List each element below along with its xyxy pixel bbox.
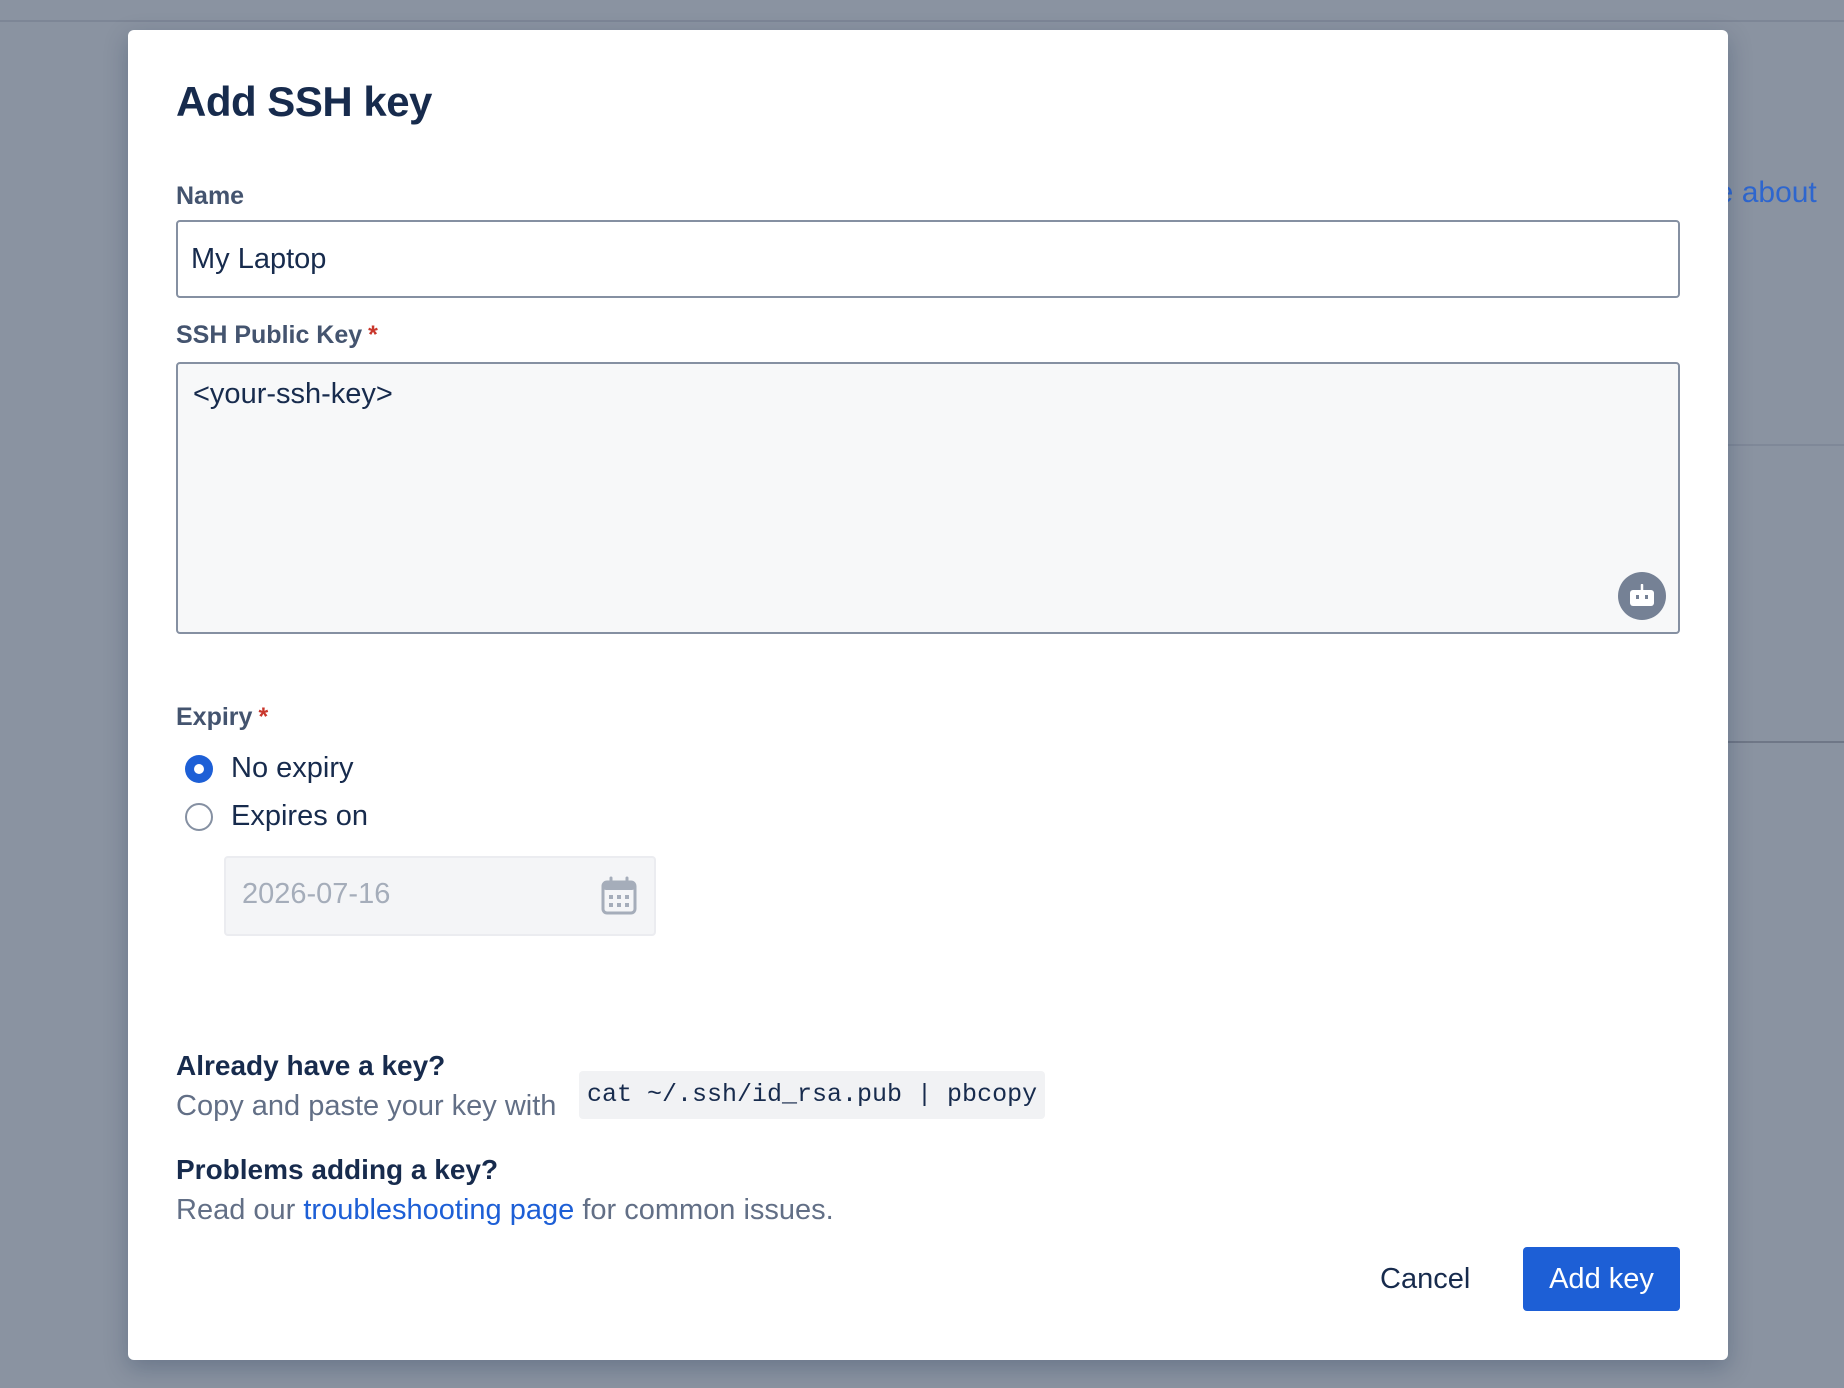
calendar-icon[interactable] (600, 876, 638, 916)
expiry-date-value: 2026-07-16 (242, 878, 391, 910)
dialog-title: Add SSH key (176, 78, 432, 125)
radio-button-checked[interactable] (185, 754, 213, 783)
already-have-key-heading: Already have a key? (176, 1050, 446, 1081)
robot-icon-glyph (1630, 584, 1654, 606)
robot-icon[interactable] (1618, 572, 1666, 620)
copy-paste-help-text: Copy and paste your key with (176, 1090, 557, 1122)
name-label-text: Name (176, 182, 245, 210)
background-divider (1728, 741, 1844, 743)
radio-option-no-expiry[interactable]: No expiry (185, 752, 354, 785)
radio-button-unchecked[interactable] (185, 802, 213, 831)
required-marker: * (258, 703, 269, 731)
ssh-public-key-textarea[interactable]: <your-ssh-key> (176, 362, 1680, 634)
name-input[interactable] (176, 220, 1680, 298)
radio-label-no-expiry: No expiry (231, 752, 354, 784)
name-field-label: Name (176, 182, 244, 211)
background-top-divider (0, 20, 1844, 22)
add-ssh-key-dialog: Add SSH key Name SSH Public Key* <your-s… (128, 30, 1728, 1360)
ssh-key-label-text: SSH Public Key (176, 321, 363, 349)
background-divider (1728, 444, 1844, 446)
add-key-button[interactable]: Add key (1523, 1247, 1680, 1311)
copy-key-command: cat ~/.ssh/id_rsa.pub | pbcopy (579, 1071, 1046, 1119)
troubleshooting-prefix: Read our (176, 1194, 296, 1226)
troubleshooting-suffix: for common issues. (582, 1194, 834, 1226)
problems-heading: Problems adding a key? (176, 1154, 499, 1185)
expiry-date-input[interactable]: 2026-07-16 (224, 856, 656, 936)
expiry-label-text: Expiry (176, 703, 253, 731)
expiry-field-label: Expiry * (176, 703, 268, 732)
radio-label-expires-on: Expires on (231, 800, 369, 832)
troubleshooting-page-link[interactable]: troubleshooting page (303, 1194, 574, 1226)
radio-option-expires-on[interactable]: Expires on (185, 800, 368, 833)
ssh-key-field-label: SSH Public Key * (176, 321, 378, 350)
required-marker: * (368, 321, 378, 349)
cancel-button[interactable]: Cancel (1364, 1247, 1486, 1311)
troubleshooting-help-text: Read our troubleshooting page for common… (176, 1194, 834, 1227)
